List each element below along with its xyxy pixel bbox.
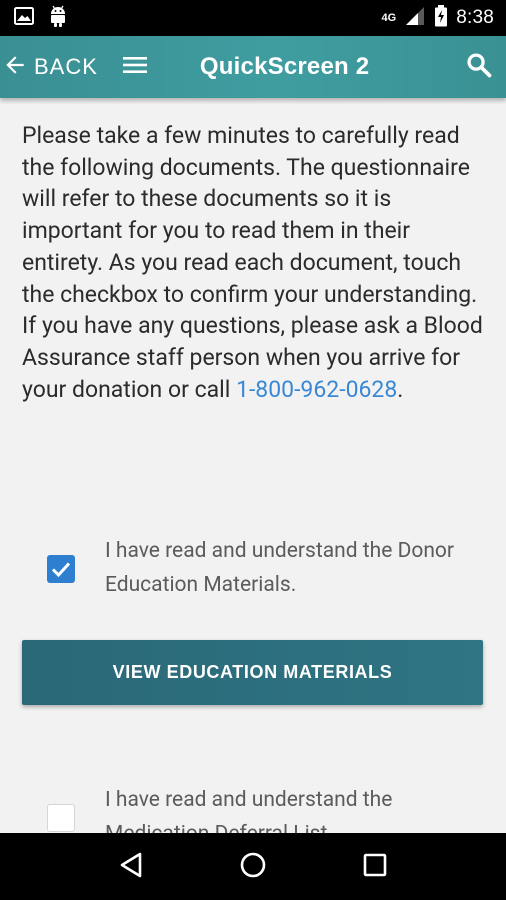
checkmark-icon xyxy=(47,562,75,587)
education-checkbox-label[interactable]: I have read and understand the Donor Edu… xyxy=(105,534,485,602)
nav-recents-button[interactable] xyxy=(351,843,399,891)
image-icon xyxy=(14,7,34,29)
view-button-label: VIEW EDUCATION MATERIALS xyxy=(112,662,393,682)
app-bar: BACK QuickScreen 2 xyxy=(0,36,506,98)
nav-home-icon xyxy=(239,851,267,883)
search-icon xyxy=(465,51,493,83)
education-checkbox[interactable] xyxy=(47,555,75,583)
status-bar: 4G 8:38 xyxy=(0,0,506,36)
android-icon xyxy=(48,5,68,31)
search-button[interactable] xyxy=(452,36,506,98)
content-area[interactable]: Please take a few minutes to carefully r… xyxy=(0,98,506,833)
view-education-materials-button[interactable]: VIEW EDUCATION MATERIALS xyxy=(22,640,483,705)
nav-back-icon xyxy=(118,851,144,883)
intro-text: Please take a few minutes to carefully r… xyxy=(22,122,483,403)
network-4g-icon: 4G xyxy=(381,12,397,24)
back-label: BACK xyxy=(34,54,98,79)
phone-link[interactable]: 1-800-962-0628 xyxy=(236,376,397,403)
medication-checkbox[interactable] xyxy=(47,804,75,832)
clock: 8:38 xyxy=(456,7,494,28)
medication-checkbox-label[interactable]: I have read and understand the Medicatio… xyxy=(105,783,485,833)
signal-icon xyxy=(404,5,426,31)
intro-paragraph: Please take a few minutes to carefully r… xyxy=(22,120,488,405)
back-arrow-icon xyxy=(2,52,28,82)
nav-recents-icon xyxy=(362,852,388,882)
page-title: QuickScreen 2 xyxy=(199,53,370,80)
nav-home-button[interactable] xyxy=(229,843,277,891)
back-button[interactable]: BACK xyxy=(0,36,110,98)
menu-button[interactable] xyxy=(120,36,150,98)
intro-end: . xyxy=(397,375,404,403)
nav-back-button[interactable] xyxy=(107,843,155,891)
menu-icon xyxy=(122,55,147,79)
system-nav-bar xyxy=(0,833,506,900)
battery-charging-icon xyxy=(434,5,448,31)
